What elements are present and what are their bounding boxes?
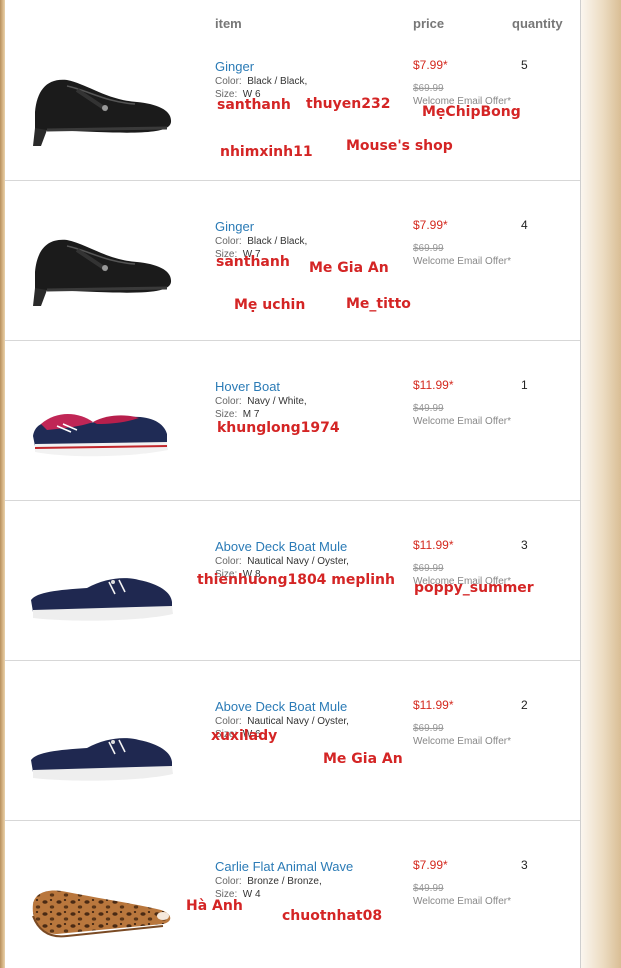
sale-price: $11.99*	[413, 538, 454, 552]
product-size: Size: M 7	[215, 409, 260, 420]
buyer-tag: chuotnhat08	[282, 908, 383, 924]
wood-background-right	[581, 0, 621, 968]
navy-boat-mule-icon[interactable]	[27, 690, 177, 790]
buyer-tag: nhimxinh11	[220, 144, 313, 160]
cart-row: Hover Boat Color: Navy / White, Size: M …	[5, 340, 580, 501]
original-price: $69.99	[413, 563, 444, 574]
buyer-tag: thuyen232	[306, 96, 391, 112]
cart-row: Carlie Flat Animal Wave Color: Bronze / …	[5, 820, 580, 968]
product-color: Color: Bronze / Bronze,	[215, 876, 322, 887]
quantity-value: 3	[521, 538, 528, 552]
quantity-value: 1	[521, 378, 528, 392]
leopard-peep-toe-flat-icon[interactable]	[27, 850, 177, 950]
sale-price: $7.99*	[413, 218, 448, 232]
buyer-tag: Me Gia An	[309, 260, 389, 276]
product-name-link[interactable]: Hover Boat	[215, 379, 280, 394]
buyer-tag: thienhuong1804 meplinh	[197, 572, 395, 588]
original-price: $49.99	[413, 883, 444, 894]
product-name-link[interactable]: Above Deck Boat Mule	[215, 539, 347, 554]
cart-row: Above Deck Boat Mule Color: Nautical Nav…	[5, 500, 580, 661]
original-price: $69.99	[413, 723, 444, 734]
buyer-tag: santhanh	[217, 97, 291, 113]
product-color: Color: Black / Black,	[215, 76, 308, 87]
navy-boat-mule-icon[interactable]	[27, 530, 177, 630]
sale-price: $11.99*	[413, 378, 454, 392]
offer-note: Welcome Email Offer*	[413, 896, 511, 907]
original-price: $69.99	[413, 243, 444, 254]
buyer-tag: khunglong1974	[217, 420, 340, 436]
black-mary-jane-wedge-icon[interactable]	[27, 50, 177, 150]
buyer-tag: santhanh	[216, 254, 290, 270]
buyer-tag: xuxilady	[211, 728, 278, 744]
buyer-tag: Mouse's shop	[346, 138, 453, 154]
product-color: Color: Nautical Navy / Oyster,	[215, 716, 349, 727]
quantity-value: 3	[521, 858, 528, 872]
offer-note: Welcome Email Offer*	[413, 256, 511, 267]
sale-price: $7.99*	[413, 58, 448, 72]
buyer-tag: Hà Anh	[186, 898, 243, 914]
product-name-link[interactable]: Ginger	[215, 219, 254, 234]
quantity-value: 2	[521, 698, 528, 712]
buyer-tag: Me Gia An	[323, 751, 403, 767]
buyer-tag: Mẹ uchin	[234, 297, 306, 313]
product-color: Color: Navy / White,	[215, 396, 307, 407]
offer-note: Welcome Email Offer*	[413, 736, 511, 747]
offer-note: Welcome Email Offer*	[413, 416, 511, 427]
quantity-value: 4	[521, 218, 528, 232]
black-mary-jane-wedge-icon[interactable]	[27, 210, 177, 310]
quantity-value: 5	[521, 58, 528, 72]
cart-row: Ginger Color: Black / Black, Size: W 7 $…	[5, 180, 580, 341]
product-color: Color: Nautical Navy / Oyster,	[215, 556, 349, 567]
cart-row: Ginger Color: Black / Black, Size: W 6 $…	[5, 20, 580, 181]
product-name-link[interactable]: Carlie Flat Animal Wave	[215, 859, 353, 874]
cart-row: Above Deck Boat Mule Color: Nautical Nav…	[5, 660, 580, 821]
original-price: $49.99	[413, 403, 444, 414]
product-name-link[interactable]: Ginger	[215, 59, 254, 74]
product-color: Color: Black / Black,	[215, 236, 308, 247]
buyer-tag: Me_titto	[346, 296, 411, 312]
sale-price: $11.99*	[413, 698, 454, 712]
navy-red-boat-shoe-icon[interactable]	[27, 370, 177, 470]
buyer-tag: MẹChipBong	[422, 104, 521, 120]
buyer-tag: poppy_summer	[414, 580, 534, 596]
product-name-link[interactable]: Above Deck Boat Mule	[215, 699, 347, 714]
original-price: $69.99	[413, 83, 444, 94]
cart-panel: item price quantity Ginger Color: Black …	[5, 0, 581, 968]
sale-price: $7.99*	[413, 858, 448, 872]
